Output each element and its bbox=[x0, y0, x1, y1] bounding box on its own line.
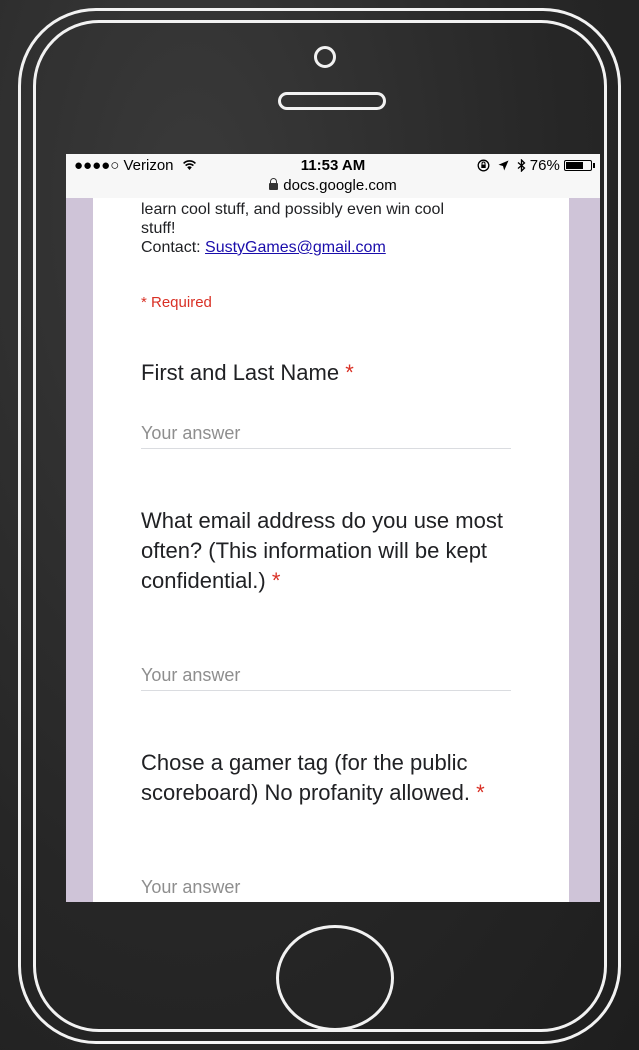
url-domain: docs.google.com bbox=[283, 177, 397, 194]
battery-percent: 76% bbox=[529, 157, 560, 174]
lock-icon bbox=[269, 178, 279, 190]
required-asterisk: * bbox=[476, 780, 485, 805]
form-description: learn cool stuff, and possibly even win … bbox=[141, 200, 541, 257]
home-button[interactable] bbox=[276, 925, 394, 1031]
question-name-title: First and Last Name * bbox=[141, 358, 511, 388]
question-text: First and Last Name bbox=[141, 360, 340, 385]
contact-email-link[interactable]: SustyGames@gmail.com bbox=[205, 239, 386, 256]
battery-icon bbox=[564, 160, 595, 171]
required-note: * Required bbox=[141, 294, 212, 311]
battery-fill bbox=[566, 162, 583, 169]
description-line-1: learn cool stuff, and possibly even win … bbox=[141, 201, 444, 218]
status-bar: ●●●●○ Verizon 11:53 AM 76% bbox=[66, 154, 600, 176]
earpiece-speaker-icon bbox=[278, 92, 386, 110]
status-right: 76% bbox=[477, 157, 595, 174]
contact-label: Contact: bbox=[141, 239, 206, 256]
form-card: learn cool stuff, and possibly even win … bbox=[93, 198, 569, 902]
required-asterisk: * bbox=[345, 360, 354, 385]
contact-line: Contact: SustyGames@gmail.com bbox=[141, 238, 541, 257]
battery-tip bbox=[593, 163, 595, 168]
front-camera-icon bbox=[314, 46, 336, 68]
bluetooth-icon bbox=[514, 157, 530, 174]
url-bar[interactable]: docs.google.com bbox=[66, 176, 600, 198]
orientation-lock-icon bbox=[477, 157, 494, 174]
location-arrow-icon bbox=[494, 157, 513, 174]
required-asterisk: * bbox=[271, 568, 281, 593]
question-text: What email address do you use most often… bbox=[141, 508, 503, 593]
question-gamertag-title: Chose a gamer tag (for the public scoreb… bbox=[141, 748, 511, 808]
phone-screen: ●●●●○ Verizon 11:53 AM 76% docs.google.c… bbox=[66, 154, 600, 902]
question-email-title: What email address do you use most often… bbox=[141, 506, 511, 596]
gamertag-answer-input[interactable] bbox=[141, 872, 511, 902]
question-text: Chose a gamer tag (for the public scoreb… bbox=[141, 750, 470, 805]
background: ●●●●○ Verizon 11:53 AM 76% docs.google.c… bbox=[0, 0, 639, 1050]
email-answer-input[interactable] bbox=[141, 660, 511, 691]
description-line-2: stuff! bbox=[141, 220, 176, 237]
name-answer-input[interactable] bbox=[141, 418, 511, 449]
